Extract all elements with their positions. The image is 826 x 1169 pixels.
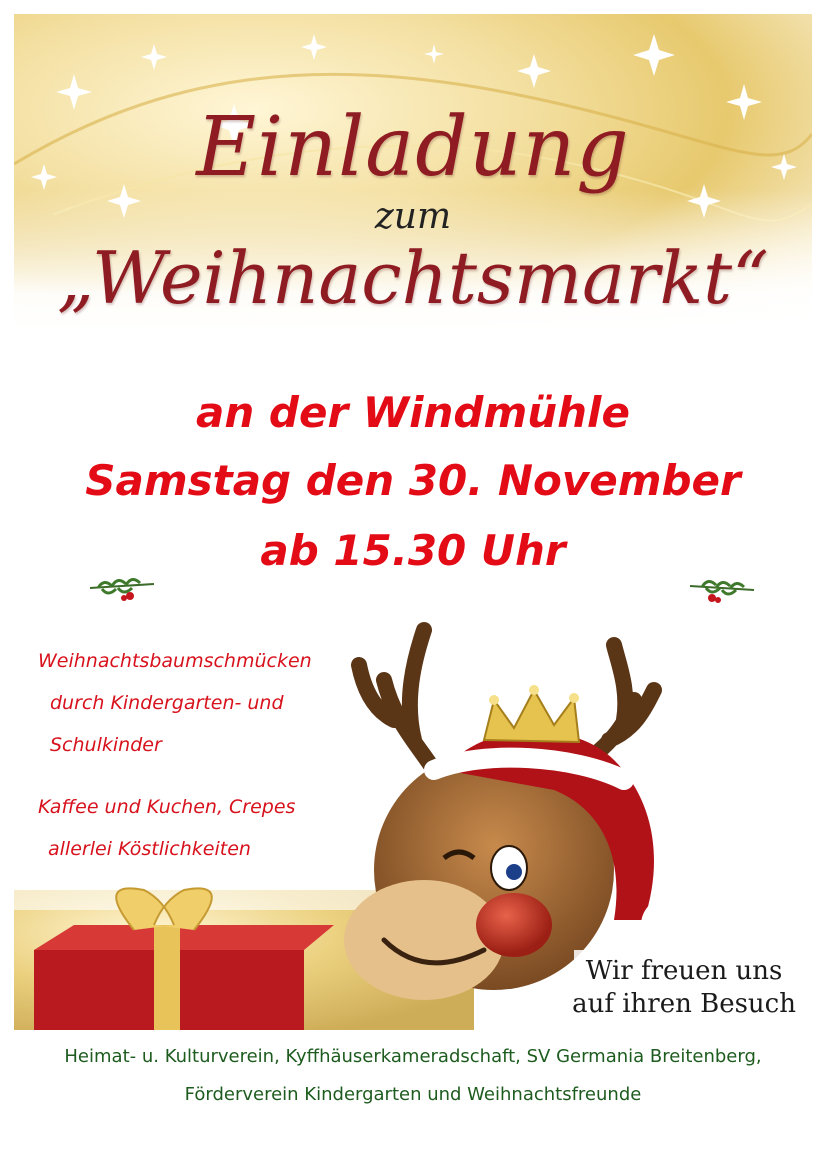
program-item: Kaffee und Kuchen, Crepes [38,796,296,818]
program-item: Schulkinder [50,734,162,756]
holly-sprig-icon [89,578,155,601]
crown-icon [482,685,581,744]
program-item: allerlei Köstlichkeiten [48,838,251,860]
event-location: an der Windmühle [196,388,630,437]
organizers-line: Förderverein Kindergarten und Weihnachts… [184,1084,642,1105]
greeting: Wir freuen uns auf ihren Besuch [572,955,796,1021]
organizers-line: Heimat- u. Kulturverein, Kyffhäuserkamer… [64,1046,762,1067]
greeting-line: Wir freuen uns [585,956,783,986]
title-connector: zum [374,196,452,237]
invitation-title: Einladung [196,100,630,195]
event-name: „Weihnachtsmarkt“ [57,236,769,320]
program-item: durch Kindergarten- und [50,692,284,714]
program-list: Weihnachtsbaumschmücken durch Kindergart… [38,640,312,870]
program-item: Weihnachtsbaumschmücken [38,650,312,672]
holly-sprig-icon [689,580,755,603]
greeting-line: auf ihren Besuch [572,989,796,1019]
event-date: Samstag den 30. November [85,456,741,505]
event-time: ab 15.30 Uhr [260,526,566,575]
